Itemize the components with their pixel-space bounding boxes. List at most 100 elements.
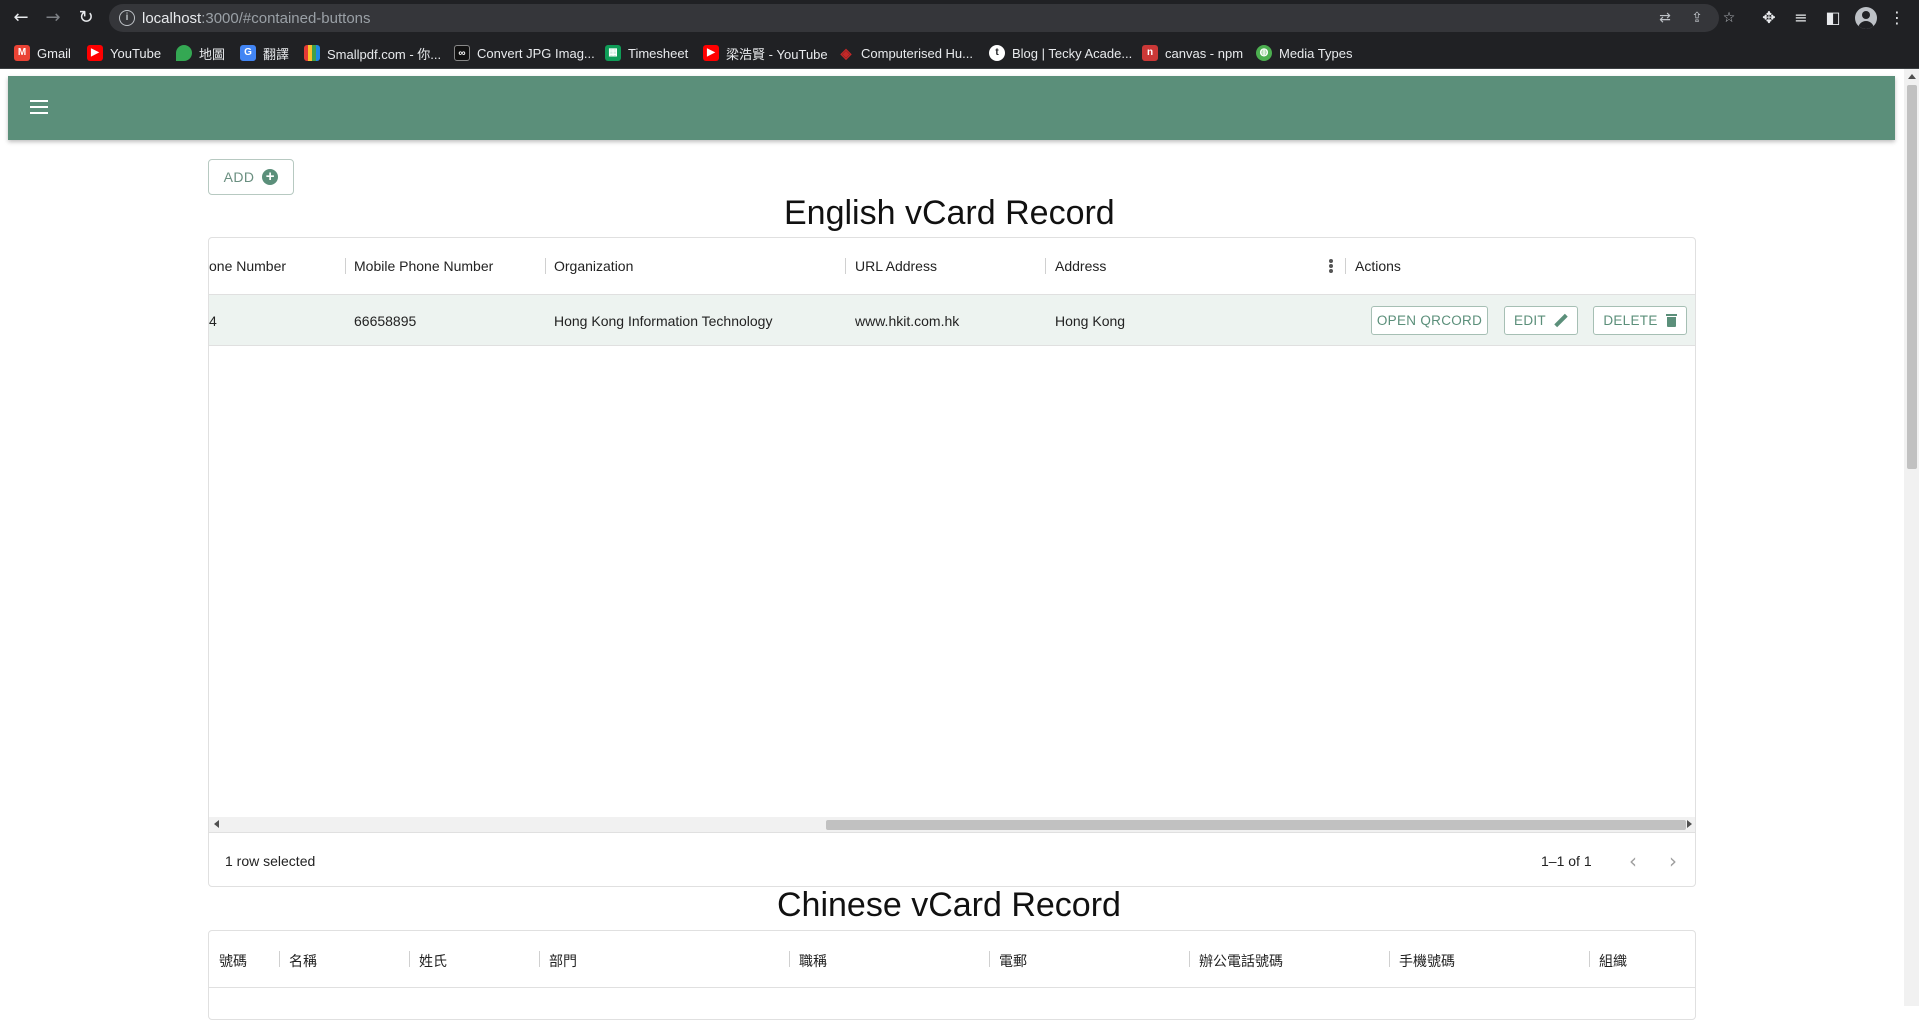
column-header-department[interactable]: 部門 <box>549 951 577 971</box>
bookmark-star-icon[interactable]: ☆ <box>1719 8 1739 28</box>
bookmark-youtube-2[interactable]: ▶ 梁浩賢 - YouTube <box>703 43 828 63</box>
bookmark-label: 地圖 <box>199 46 226 62</box>
column-header-mobile[interactable]: 手機號碼 <box>1399 951 1455 971</box>
grid-header: 號碼 名稱 姓氏 部門 職稱 電郵 辦公電話號碼 手機號碼 組織 <box>209 931 1695 988</box>
horizontal-scrollbar[interactable] <box>209 817 1695 832</box>
pencil-icon <box>1554 314 1568 328</box>
sheet-icon: ▦ <box>605 45 621 61</box>
column-separator[interactable] <box>1389 951 1390 967</box>
bookmark-computerised-hu[interactable]: ◈ Computerised Hu... <box>838 43 973 63</box>
kebab-menu-icon[interactable]: ⋮ <box>1885 6 1909 30</box>
bookmark-label: Smallpdf.com - 你... <box>327 46 442 62</box>
tecky-icon: t <box>989 45 1005 61</box>
bookmark-gmail[interactable]: M Gmail <box>14 43 71 63</box>
delete-button[interactable]: DELETE <box>1593 306 1687 335</box>
back-arrow-icon[interactable]: ← <box>9 6 33 30</box>
column-separator[interactable] <box>1345 258 1346 274</box>
bookmark-tecky-blog[interactable]: t Blog | Tecky Acade... <box>989 43 1132 63</box>
extensions-icon[interactable]: ✥ <box>1757 6 1781 30</box>
column-header-url[interactable]: URL Address <box>855 258 937 274</box>
cell-organization: Hong Kong Information Technology <box>554 313 773 329</box>
table-row[interactable]: 4 66658895 Hong Kong Information Technol… <box>209 295 1695 346</box>
youtube-icon: ▶ <box>703 45 719 61</box>
add-button[interactable]: ADD + <box>208 159 294 195</box>
profile-avatar-icon[interactable] <box>1855 7 1877 29</box>
english-vcard-grid: one Number Mobile Phone Number Organizat… <box>208 237 1696 887</box>
address-bar[interactable]: i localhost:3000/#contained-buttons ⇄ ⇪ … <box>109 4 1735 32</box>
column-header-organization[interactable]: Organization <box>554 258 633 274</box>
column-separator[interactable] <box>1045 258 1046 274</box>
maps-icon <box>176 45 192 61</box>
bookmark-label: Gmail <box>37 45 71 61</box>
column-header-office-phone[interactable]: 辦公電話號碼 <box>1199 951 1283 971</box>
bookmark-youtube[interactable]: ▶ YouTube <box>87 43 161 63</box>
share-icon[interactable]: ⇪ <box>1687 8 1707 28</box>
open-qrcode-button[interactable]: OPEN QRCORD <box>1371 306 1488 335</box>
bookmark-label: Media Types <box>1279 45 1353 61</box>
column-header-title[interactable]: 職稱 <box>799 951 827 971</box>
column-separator[interactable] <box>1189 951 1190 967</box>
bookmarks-bar: M Gmail ▶ YouTube 地圖 G 翻譯 Smallpdf.com - 你.… <box>0 36 1919 69</box>
column-header-mobile[interactable]: Mobile Phone Number <box>354 258 493 274</box>
hamburger-menu-icon[interactable] <box>30 100 48 114</box>
url-host: localhost <box>142 10 202 27</box>
column-separator[interactable] <box>1589 951 1590 967</box>
bookmark-convert-jpg[interactable]: ∞ Convert JPG Imag... <box>454 43 595 63</box>
column-header-name[interactable]: 名稱 <box>289 951 317 971</box>
column-separator[interactable] <box>789 951 790 967</box>
add-button-label: ADD <box>223 169 255 185</box>
cell-mobile: 66658895 <box>354 313 417 329</box>
forward-arrow-icon[interactable]: → <box>41 6 65 30</box>
column-separator[interactable] <box>345 258 346 274</box>
next-page-icon[interactable]: › <box>1659 847 1687 875</box>
npm-icon: n <box>1142 45 1158 61</box>
column-separator[interactable] <box>1695 258 1696 274</box>
reload-icon[interactable]: ↻ <box>74 6 98 30</box>
bookmark-label: 梁浩賢 - YouTube <box>726 46 828 62</box>
column-separator[interactable] <box>539 951 540 967</box>
column-header-phone[interactable]: one Number <box>209 258 286 274</box>
convert-icon: ∞ <box>454 45 470 61</box>
column-separator[interactable] <box>545 258 546 274</box>
column-header-actions: Actions <box>1355 258 1401 274</box>
column-header-address[interactable]: Address <box>1055 258 1106 274</box>
site-info-icon[interactable]: i <box>119 10 135 26</box>
selected-count: 1 row selected <box>225 853 316 869</box>
add-circle-icon: + <box>262 169 279 185</box>
bookmark-label: YouTube <box>110 45 162 61</box>
column-menu-icon[interactable] <box>1329 258 1333 274</box>
bookmark-canvas-npm[interactable]: n canvas - npm <box>1142 43 1243 63</box>
reading-list-icon[interactable]: ≡ <box>1789 6 1813 30</box>
page-vertical-scrollbar[interactable] <box>1904 69 1919 1006</box>
url-text[interactable]: localhost:3000/#contained-buttons <box>142 10 371 27</box>
column-header-surname[interactable]: 姓氏 <box>419 951 447 971</box>
gmail-icon: M <box>14 45 30 61</box>
vertical-scroll-thumb[interactable] <box>1907 85 1917 469</box>
bookmark-label: 翻譯 <box>263 46 290 62</box>
column-separator[interactable] <box>279 951 280 967</box>
app-bar <box>8 76 1895 140</box>
english-title: English vCard Record <box>784 194 1115 232</box>
column-header-email[interactable]: 電郵 <box>999 951 1027 971</box>
previous-page-icon[interactable]: ‹ <box>1619 847 1647 875</box>
translate-icon[interactable]: ⇄ <box>1655 8 1675 28</box>
bookmark-label: Blog | Tecky Acade... <box>1012 45 1133 61</box>
scroll-right-arrow-icon[interactable] <box>1687 820 1692 828</box>
edit-label: EDIT <box>1514 313 1546 328</box>
column-separator[interactable] <box>989 951 990 967</box>
column-header-number[interactable]: 號碼 <box>219 951 247 971</box>
side-panel-icon[interactable]: ◧ <box>1821 6 1845 30</box>
bookmark-media-types[interactable]: ◍ Media Types <box>1256 43 1352 63</box>
scroll-up-arrow-icon[interactable] <box>1908 74 1916 79</box>
column-separator[interactable] <box>845 258 846 274</box>
bookmark-maps[interactable]: 地圖 <box>176 43 225 63</box>
edit-button[interactable]: EDIT <box>1504 306 1578 335</box>
column-separator[interactable] <box>409 951 410 967</box>
bookmark-smallpdf[interactable]: Smallpdf.com - 你... <box>304 43 441 63</box>
bookmark-timesheet[interactable]: ▦ Timesheet <box>605 43 688 63</box>
scroll-left-arrow-icon[interactable] <box>214 820 219 828</box>
horizontal-scroll-thumb[interactable] <box>826 820 1686 830</box>
bookmark-translate[interactable]: G 翻譯 <box>240 43 289 63</box>
cell-address: Hong Kong <box>1055 313 1126 329</box>
column-header-organization[interactable]: 組織 <box>1599 951 1627 971</box>
